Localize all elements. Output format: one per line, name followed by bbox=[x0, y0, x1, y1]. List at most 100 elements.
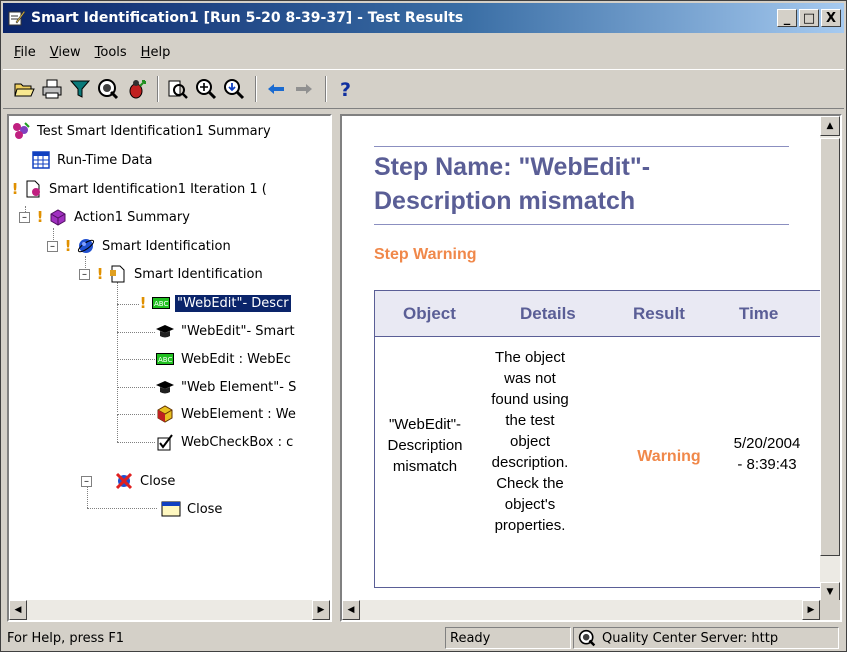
open-icon bbox=[14, 83, 35, 97]
collapse-toggle[interactable]: – bbox=[81, 475, 92, 487]
print-button[interactable] bbox=[39, 75, 65, 103]
toolbar-separator bbox=[157, 76, 159, 102]
app-window: Smart Identification1 [Run 5-20 8-39-37]… bbox=[0, 0, 847, 652]
webedit-icon: ABC bbox=[152, 297, 170, 309]
heading-rule bbox=[374, 146, 789, 147]
cell-details: The object was not found using the test … bbox=[491, 349, 569, 534]
tree-node-close-window[interactable]: Close bbox=[161, 498, 224, 520]
column-header-details: Details bbox=[520, 304, 576, 323]
app-logo-icon bbox=[8, 10, 26, 26]
heading-rule bbox=[374, 224, 789, 225]
menu-tools[interactable]: Tools bbox=[88, 45, 134, 60]
tree-node-close-action[interactable]: – Close bbox=[81, 470, 177, 492]
toolbar: ? bbox=[3, 69, 844, 109]
tree-connector bbox=[117, 414, 118, 442]
cell-time: 5/20/2004 - 8:39:43 bbox=[733, 435, 801, 473]
tree-connector bbox=[117, 387, 155, 388]
help-button[interactable]: ? bbox=[333, 75, 359, 103]
tree-node-webcheckbox[interactable]: WebCheckBox : c bbox=[155, 431, 295, 453]
warning-mark-icon: ! bbox=[64, 237, 72, 255]
scroll-left-button[interactable]: ◀ bbox=[9, 600, 27, 620]
globe-icon bbox=[77, 239, 95, 253]
cell-object: "WebEdit"- Description mismatch bbox=[387, 416, 463, 475]
tree-node-test-summary[interactable]: Test Smart Identification1 Summary bbox=[11, 120, 273, 142]
print-icon bbox=[42, 79, 62, 99]
page-icon bbox=[110, 265, 125, 283]
iteration-icon bbox=[26, 180, 40, 198]
checkbox-icon bbox=[157, 434, 173, 451]
collapse-toggle[interactable]: – bbox=[19, 211, 30, 223]
svg-text:ABC: ABC bbox=[158, 356, 172, 364]
warning-mark-icon: ! bbox=[139, 294, 147, 312]
collapse-toggle[interactable]: – bbox=[47, 240, 58, 252]
column-header-object: Object bbox=[403, 304, 456, 323]
tree-view: Test Smart Identification1 Summary Run-T… bbox=[9, 116, 330, 590]
filter-button[interactable] bbox=[67, 75, 93, 103]
title-bar[interactable]: Smart Identification1 [Run 5-20 8-39-37]… bbox=[3, 3, 844, 33]
results-tree[interactable]: Test Smart Identification1 Summary Run-T… bbox=[7, 114, 332, 622]
window-title: Smart Identification1 [Run 5-20 8-39-37]… bbox=[31, 10, 464, 26]
quality-center-icon bbox=[578, 629, 596, 647]
maximize-button[interactable]: □ bbox=[799, 9, 819, 27]
scroll-right-button[interactable]: ▶ bbox=[312, 600, 330, 620]
tree-connector bbox=[87, 508, 157, 509]
scroll-track[interactable] bbox=[27, 600, 312, 620]
tree-node-smart-identification[interactable]: – ! Smart Identification bbox=[47, 235, 233, 257]
svg-text:ABC: ABC bbox=[154, 300, 168, 308]
tree-connector bbox=[117, 442, 155, 443]
help-icon: ? bbox=[340, 79, 351, 100]
menu-bar: File View Tools Help bbox=[3, 41, 844, 63]
status-qc-server: Quality Center Server: http bbox=[573, 627, 839, 649]
forward-icon bbox=[296, 84, 312, 94]
forward-button[interactable] bbox=[291, 75, 317, 103]
scroll-left-button[interactable]: ◀ bbox=[342, 600, 360, 620]
menu-view[interactable]: View bbox=[43, 45, 88, 60]
tree-node-web-element[interactable]: WebElement : We bbox=[155, 403, 298, 425]
tree-connector bbox=[117, 304, 139, 305]
tree-node-webedit-smart[interactable]: "WebEdit"- Smart bbox=[155, 320, 297, 342]
scroll-up-button[interactable]: ▲ bbox=[820, 116, 840, 136]
tree-node-smart-identification-page[interactable]: – ! Smart Identification bbox=[79, 263, 265, 285]
tree-node-webedit-description[interactable]: ! ABC "WebEdit"- Descr bbox=[137, 292, 291, 314]
tree-horizontal-scrollbar[interactable]: ◀ ▶ bbox=[9, 600, 330, 620]
column-header-result: Result bbox=[633, 304, 685, 323]
tree-node-web-element-smart[interactable]: "Web Element"- S bbox=[155, 376, 298, 398]
tree-node-run-time-data[interactable]: Run-Time Data bbox=[31, 149, 154, 171]
results-table: Object Details Result Time "WebEdit"- De… bbox=[374, 290, 820, 588]
open-button[interactable] bbox=[11, 75, 37, 103]
details-vertical-scrollbar[interactable]: ▲ ▼ bbox=[820, 116, 840, 602]
minimize-button[interactable]: _ bbox=[777, 9, 797, 27]
data-table-icon bbox=[32, 151, 50, 169]
menu-file[interactable]: File bbox=[7, 45, 43, 60]
find-button[interactable] bbox=[165, 75, 191, 103]
tree-node-webedit[interactable]: ABC WebEdit : WebEc bbox=[155, 348, 293, 370]
close-x-icon bbox=[115, 472, 133, 490]
collapse-toggle[interactable]: – bbox=[79, 268, 90, 280]
find-icon bbox=[168, 80, 188, 99]
close-button[interactable]: X bbox=[821, 9, 841, 27]
tree-connector bbox=[117, 282, 118, 412]
zoom-out-button[interactable] bbox=[221, 75, 247, 103]
step-status: Step Warning bbox=[374, 246, 477, 263]
tree-node-action1-summary[interactable]: – ! Action1 Summary bbox=[19, 206, 192, 228]
scroll-right-button[interactable]: ▶ bbox=[802, 600, 820, 620]
scroll-track[interactable] bbox=[360, 600, 802, 620]
toolbar-separator bbox=[255, 76, 257, 102]
scroll-thumb[interactable] bbox=[820, 138, 840, 556]
details-content: Step Name: "WebEdit"- Description mismat… bbox=[342, 116, 820, 602]
menu-help[interactable]: Help bbox=[134, 45, 178, 60]
back-button[interactable] bbox=[263, 75, 289, 103]
svg-text:?: ? bbox=[340, 79, 351, 100]
tree-connector bbox=[117, 332, 155, 333]
status-bar: For Help, press F1 Ready Quality Center … bbox=[3, 625, 844, 651]
grad-cap-icon bbox=[156, 381, 174, 394]
tree-node-iteration[interactable]: ! Smart Identification1 Iteration 1 ( bbox=[9, 178, 269, 200]
details-horizontal-scrollbar[interactable]: ◀ ▶ bbox=[342, 600, 820, 620]
defect-button[interactable] bbox=[123, 75, 149, 103]
scroll-down-button[interactable]: ▼ bbox=[820, 582, 840, 602]
quality-center-button[interactable] bbox=[95, 75, 121, 103]
test-summary-icon bbox=[13, 122, 30, 139]
toolbar-separator bbox=[325, 76, 327, 102]
back-icon bbox=[268, 84, 284, 94]
zoom-in-button[interactable] bbox=[193, 75, 219, 103]
